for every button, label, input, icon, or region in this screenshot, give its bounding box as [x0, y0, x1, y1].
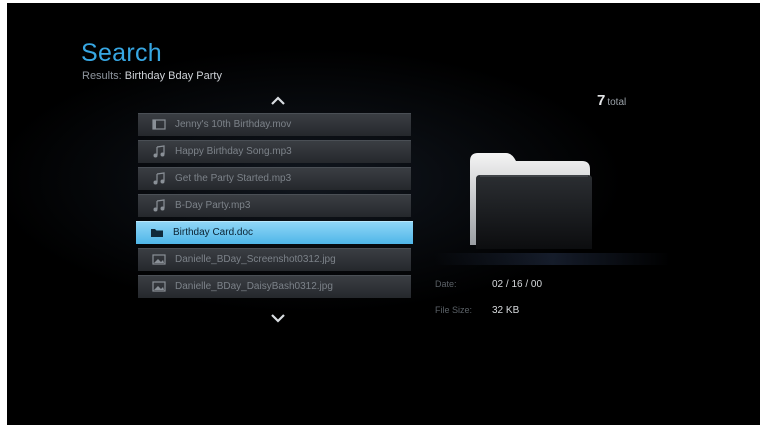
list-item[interactable]: Jenny's 10th Birthday.mov	[138, 113, 411, 136]
list-item[interactable]: Get the Party Started.mp3	[138, 167, 411, 190]
page-title: Search	[81, 39, 163, 67]
image-icon	[152, 280, 166, 293]
image-icon	[152, 253, 166, 266]
list-item-selected[interactable]: Birthday Card.doc	[136, 221, 413, 244]
results-count-value: 7	[597, 92, 606, 109]
results-count-unit: total	[607, 97, 627, 108]
search-results-subtitle: Results: Birthday Bday Party	[82, 70, 222, 82]
file-size-row: File Size: 32 KB	[435, 305, 635, 319]
list-item-label: B-Day Party.mp3	[175, 200, 251, 211]
list-item-label: Danielle_BDay_Screenshot0312.jpg	[175, 254, 336, 265]
folder-thumbnail-icon	[470, 153, 592, 249]
file-size-value: 32 KB	[492, 305, 520, 316]
chevron-up-icon	[271, 96, 285, 105]
list-item[interactable]: B-Day Party.mp3	[138, 194, 411, 217]
list-item[interactable]: Happy Birthday Song.mp3	[138, 140, 411, 163]
list-item-label: Get the Party Started.mp3	[175, 173, 292, 184]
preview-reflection	[435, 253, 670, 265]
preview-panel	[435, 113, 675, 265]
music-note-icon	[152, 145, 166, 158]
video-icon	[152, 118, 166, 131]
search-query: Birthday Bday Party	[124, 70, 222, 82]
chevron-down-icon	[271, 314, 285, 323]
list-item[interactable]: Danielle_BDay_Screenshot0312.jpg	[138, 248, 411, 271]
media-browser-screen: Search Results: Birthday Bday Party 7 tota…	[7, 3, 760, 425]
music-note-icon	[152, 172, 166, 185]
list-item[interactable]: Danielle_BDay_DaisyBash0312.jpg	[138, 275, 411, 298]
date-label: Date:	[435, 279, 457, 289]
scroll-down-button[interactable]	[266, 312, 290, 326]
scroll-up-button[interactable]	[266, 93, 290, 107]
results-count: 7 total	[597, 92, 626, 110]
music-note-icon	[152, 199, 166, 212]
list-item-label: Danielle_BDay_DaisyBash0312.jpg	[175, 281, 333, 292]
list-item-label: Birthday Card.doc	[173, 227, 254, 238]
search-results-list: Jenny's 10th Birthday.mov Happy Birthday…	[136, 113, 413, 302]
file-size-label: File Size:	[435, 305, 473, 315]
list-item-label: Jenny's 10th Birthday.mov	[175, 119, 292, 130]
date-row: Date: 02 / 16 / 00	[435, 279, 635, 293]
date-value: 02 / 16 / 00	[492, 279, 543, 290]
list-item-label: Happy Birthday Song.mp3	[175, 146, 292, 157]
folder-icon	[150, 226, 164, 239]
results-label: Results:	[82, 70, 122, 82]
